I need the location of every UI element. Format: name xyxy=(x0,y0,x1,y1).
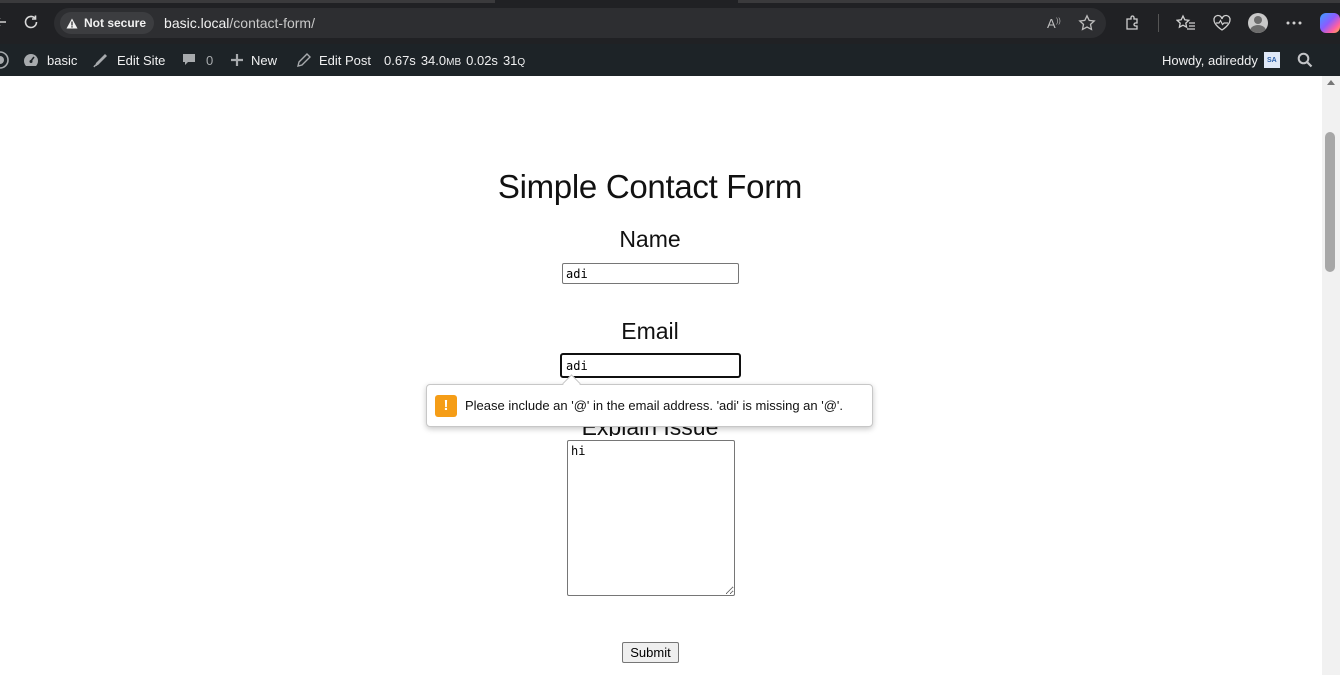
email-field[interactable] xyxy=(560,353,741,378)
howdy-text: Howdy, adireddy xyxy=(1162,52,1258,68)
avatar: SA xyxy=(1263,52,1280,68)
more-options-icon[interactable] xyxy=(1282,11,1306,35)
search-icon[interactable] xyxy=(1297,44,1320,76)
reload-icon[interactable] xyxy=(20,11,42,33)
copilot-icon[interactable] xyxy=(1318,11,1340,35)
edit-post-label: Edit Post xyxy=(319,52,372,68)
stat-queries: 31Q xyxy=(503,53,525,68)
edit-site-label: Edit Site xyxy=(117,52,166,68)
name-field[interactable] xyxy=(562,263,739,284)
stat-queries-unit: Q xyxy=(517,56,526,68)
read-aloud-icon[interactable]: A)) xyxy=(1044,12,1066,34)
validation-message: Please include an '@' in the email addre… xyxy=(465,398,844,413)
extensions-icon[interactable] xyxy=(1120,11,1144,35)
security-indicator[interactable]: Not secure xyxy=(60,12,155,34)
stat-memory-value: 34.0 xyxy=(420,52,447,68)
comments-link[interactable]: 0 xyxy=(181,44,213,76)
warning-triangle-icon xyxy=(66,18,78,28)
stat-time: 0.67s xyxy=(384,52,416,68)
browser-essentials-icon[interactable] xyxy=(1210,11,1234,35)
name-label: Name xyxy=(619,226,681,252)
validation-tooltip: ! Please include an '@' in the email add… xyxy=(426,384,873,427)
toolbar-divider xyxy=(1156,11,1162,35)
address-bar[interactable]: Not secure basic.local/contact-form/ A)) xyxy=(54,8,1106,38)
email-label: Email xyxy=(621,318,679,344)
url-path: /contact-form/ xyxy=(229,15,315,31)
stat-memory: 34.0MB xyxy=(421,53,461,68)
comment-bubble-icon xyxy=(183,54,195,65)
new-content-menu[interactable]: New xyxy=(230,44,277,76)
clipped-header-text xyxy=(388,68,571,76)
tab-strip-edge xyxy=(0,0,495,3)
edit-site-link[interactable]: Edit Site xyxy=(92,44,165,76)
site-name-label: basic xyxy=(47,52,78,68)
back-icon[interactable] xyxy=(0,11,12,33)
plus-icon xyxy=(231,54,243,66)
stat-query-time: 0.02s xyxy=(466,52,498,68)
scroll-up-arrow-icon[interactable] xyxy=(1327,80,1335,85)
tab-strip-edge xyxy=(738,0,1340,3)
url-text[interactable]: basic.local/contact-form/ xyxy=(164,15,315,31)
my-account-menu[interactable]: Howdy, adireddy SA xyxy=(1162,44,1280,76)
pencil-icon xyxy=(297,53,311,67)
dashboard-gauge-icon xyxy=(24,54,38,66)
comments-count: 0 xyxy=(206,52,214,68)
stat-memory-unit: MB xyxy=(446,56,462,68)
favorites-icon[interactable] xyxy=(1174,11,1198,35)
scrollbar-thumb[interactable] xyxy=(1325,132,1335,272)
favorite-star-icon[interactable] xyxy=(1076,12,1098,34)
security-label: Not secure xyxy=(84,16,147,30)
warning-icon: ! xyxy=(435,394,457,417)
issue-textarea[interactable]: hi xyxy=(567,440,735,596)
profile-avatar-icon[interactable] xyxy=(1246,11,1270,35)
url-host: basic.local xyxy=(164,15,230,31)
submit-button[interactable]: Submit xyxy=(622,642,679,663)
wp-logo-icon[interactable] xyxy=(0,44,16,76)
new-label: New xyxy=(251,52,278,68)
wp-admin-bar: basic Edit Site 0 New Edit Post 0.67s 34… xyxy=(0,44,1340,76)
browser-toolbar: Not secure basic.local/contact-form/ A)) xyxy=(0,0,1340,44)
svg-text:)): )) xyxy=(1056,18,1061,25)
edit-post-link[interactable]: Edit Post xyxy=(296,44,371,76)
stat-queries-value: 31 xyxy=(502,52,518,68)
brush-icon xyxy=(93,54,107,68)
site-name-menu[interactable]: basic xyxy=(22,44,77,76)
svg-text:A: A xyxy=(1047,16,1056,31)
page-title: Simple Contact Form xyxy=(497,168,803,205)
